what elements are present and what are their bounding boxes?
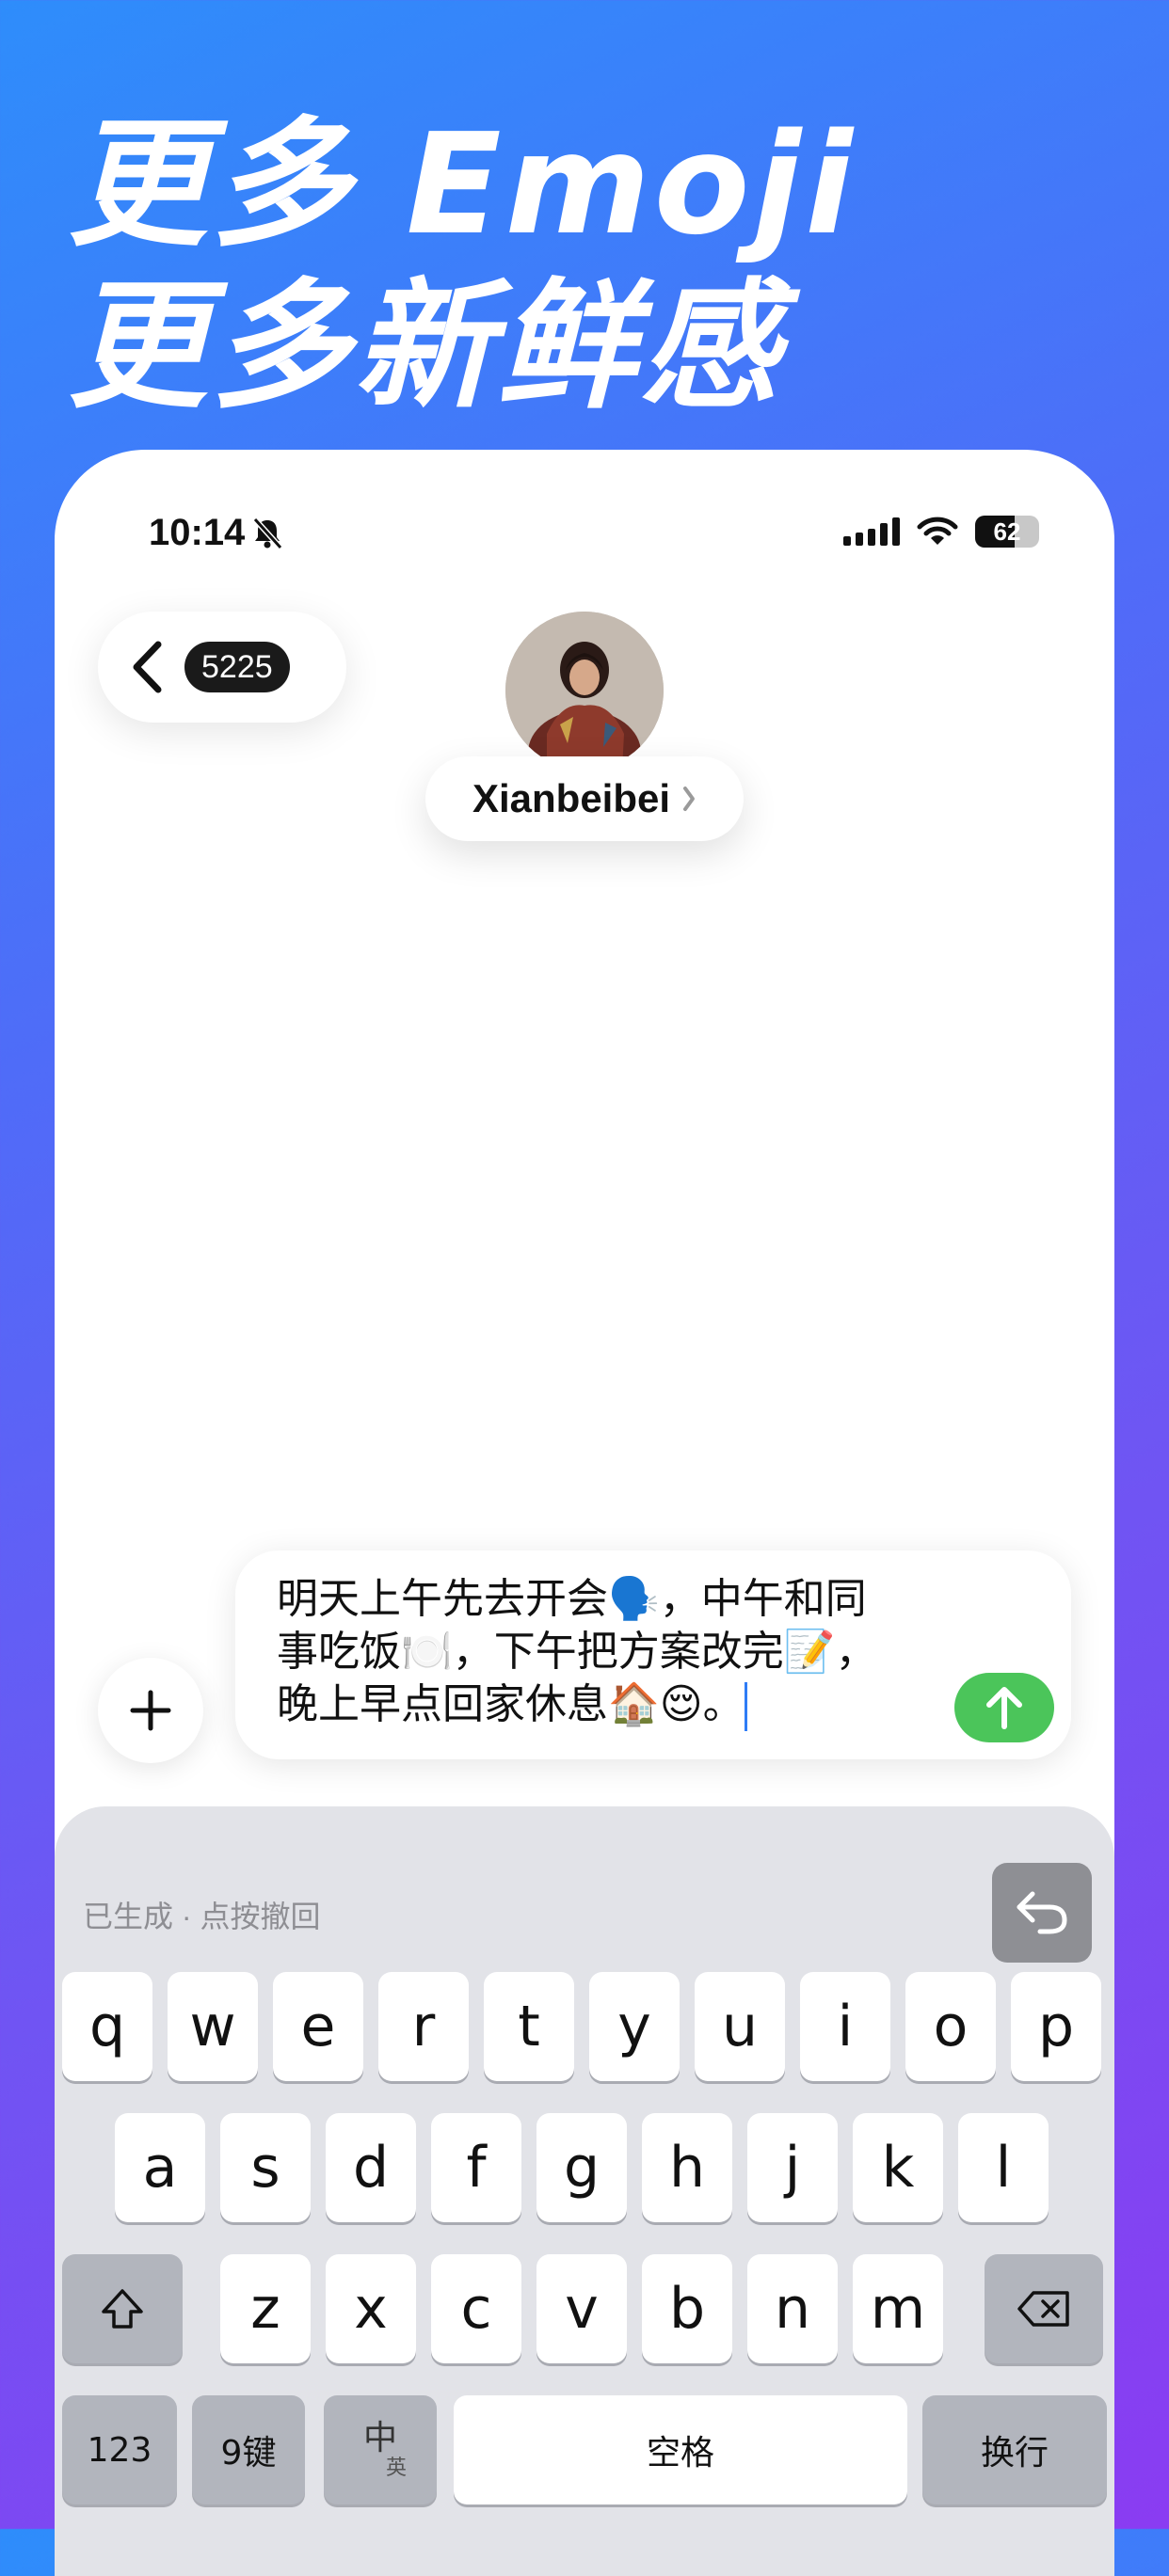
arrow-up-icon	[986, 1687, 1022, 1729]
unread-count-badge: 5225	[184, 642, 290, 692]
delete-icon	[1017, 2291, 1069, 2327]
message-input[interactable]: 明天上午先去开会🗣️，中午和同 事吃饭🍽️，下午把方案改完📝， 晚上早点回家休息…	[235, 1550, 1071, 1759]
back-button[interactable]: 5225	[98, 612, 346, 723]
key-b[interactable]: b	[642, 2254, 732, 2363]
key-o[interactable]: o	[905, 1972, 996, 2081]
key-w[interactable]: w	[168, 1972, 258, 2081]
message-line-2: 事吃饭🍽️，下午把方案改完📝，	[277, 1629, 877, 1675]
space-key[interactable]: 空格	[454, 2395, 907, 2504]
language-switch-key[interactable]: 中 英	[324, 2395, 437, 2504]
cellular-signal-icon	[843, 517, 900, 546]
chevron-left-icon	[133, 641, 162, 693]
numbers-key[interactable]: 123	[62, 2395, 177, 2504]
key-s[interactable]: s	[220, 2113, 311, 2222]
key-n[interactable]: n	[747, 2254, 838, 2363]
key-x[interactable]: x	[326, 2254, 416, 2363]
key-c[interactable]: c	[431, 2254, 521, 2363]
return-key[interactable]: 换行	[922, 2395, 1107, 2504]
contact-avatar[interactable]	[505, 612, 664, 770]
message-line-1: 明天上午先去开会🗣️，中午和同	[277, 1576, 867, 1622]
text-cursor	[744, 1682, 747, 1732]
add-attachment-button[interactable]	[98, 1658, 203, 1763]
key-t[interactable]: t	[484, 1972, 574, 2081]
key-a[interactable]: a	[115, 2113, 205, 2222]
undo-button[interactable]	[992, 1863, 1092, 1963]
battery-icon: 62	[975, 516, 1039, 548]
plus-icon	[130, 1690, 171, 1731]
delete-key[interactable]	[985, 2254, 1103, 2363]
key-z[interactable]: z	[220, 2254, 311, 2363]
contact-name: Xianbeibei	[472, 776, 671, 820]
key-h[interactable]: h	[642, 2113, 732, 2222]
key-e[interactable]: e	[273, 1972, 363, 2081]
chevron-right-icon	[683, 787, 696, 811]
phone-screen: 10:14 62 5225 Xianbeibei 明天上午先去开会🗣️，中午和同…	[55, 450, 1114, 2576]
key-g[interactable]: g	[536, 2113, 627, 2222]
key-r[interactable]: r	[378, 1972, 469, 2081]
nine-key-layout-key[interactable]: 9键	[192, 2395, 305, 2504]
contact-name-button[interactable]: Xianbeibei	[425, 756, 744, 841]
message-line-3: 晚上早点回家休息🏠😌。	[277, 1681, 745, 1727]
key-u[interactable]: u	[695, 1972, 785, 2081]
key-p[interactable]: p	[1011, 1972, 1101, 2081]
message-text: 明天上午先去开会🗣️，中午和同 事吃饭🍽️，下午把方案改完📝， 晚上早点回家休息…	[277, 1573, 936, 1732]
key-f[interactable]: f	[431, 2113, 521, 2222]
key-k[interactable]: k	[853, 2113, 943, 2222]
headline-line-2: 更多新鲜感	[68, 265, 783, 427]
status-indicators: 62	[843, 516, 1039, 548]
bell-muted-icon	[253, 517, 283, 549]
language-main: 中	[362, 2419, 397, 2457]
key-l[interactable]: l	[958, 2113, 1049, 2222]
shift-icon	[102, 2289, 143, 2329]
keyboard-status-text: 已生成 · 点按撤回	[83, 1900, 321, 1933]
undo-icon	[1017, 1891, 1067, 1934]
avatar-image	[505, 612, 664, 770]
key-q[interactable]: q	[62, 1972, 152, 2081]
language-sub: 英	[385, 2457, 407, 2480]
key-m[interactable]: m	[853, 2254, 943, 2363]
shift-key[interactable]	[62, 2254, 183, 2363]
key-v[interactable]: v	[536, 2254, 627, 2363]
time-text: 10:14	[149, 512, 246, 553]
status-time: 10:14	[149, 512, 283, 554]
send-button[interactable]	[954, 1673, 1054, 1742]
wifi-icon	[917, 517, 958, 545]
keyboard: 已生成 · 点按撤回 q w e r t y u i o p a s d f g…	[55, 1806, 1114, 2576]
key-i[interactable]: i	[800, 1972, 890, 2081]
headline: 更多 Emoji 更多新鲜感	[68, 103, 857, 427]
key-d[interactable]: d	[326, 2113, 416, 2222]
key-y[interactable]: y	[589, 1972, 680, 2081]
key-j[interactable]: j	[747, 2113, 838, 2222]
headline-line-1: 更多 Emoji	[68, 103, 857, 265]
battery-text: 62	[993, 517, 1021, 546]
